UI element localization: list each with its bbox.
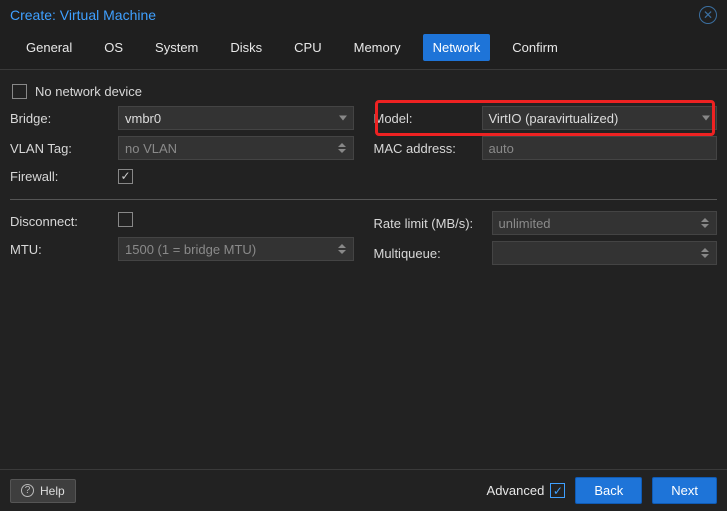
tab-system[interactable]: System: [145, 34, 208, 61]
titlebar: Create: Virtual Machine ✕: [0, 0, 727, 28]
field-rate: Rate limit (MB/s): unlimited: [374, 208, 718, 238]
advanced-checkbox[interactable]: [550, 483, 565, 498]
tab-strip: General OS System Disks CPU Memory Netwo…: [0, 28, 727, 70]
label-rate: Rate limit (MB/s):: [374, 216, 492, 231]
field-multiqueue: Multiqueue:: [374, 238, 718, 268]
dialog-footer: ? Help Advanced Back Next: [0, 469, 727, 511]
label-model: Model:: [374, 111, 482, 126]
advanced-label: Advanced: [487, 483, 545, 498]
next-button[interactable]: Next: [652, 477, 717, 504]
spinner-arrows-icon: [335, 139, 349, 157]
label-bridge: Bridge:: [10, 111, 118, 126]
field-disconnect: Disconnect:: [10, 208, 354, 234]
bridge-value: vmbr0: [125, 111, 161, 126]
model-select[interactable]: VirtIO (paravirtualized): [482, 106, 718, 130]
firewall-checkbox[interactable]: [118, 169, 133, 184]
spinner-arrows-icon: [698, 214, 712, 232]
fields-top: Bridge: vmbr0 VLAN Tag: no VLAN Firewall…: [10, 103, 717, 189]
vlan-placeholder: no VLAN: [125, 141, 177, 156]
col-right: Model: VirtIO (paravirtualized) MAC addr…: [374, 103, 718, 189]
mac-input[interactable]: auto: [482, 136, 718, 160]
tab-network[interactable]: Network: [423, 34, 491, 61]
help-button[interactable]: ? Help: [10, 479, 76, 503]
question-icon: ?: [21, 484, 34, 497]
no-network-row: No network device: [10, 80, 717, 103]
close-icon[interactable]: ✕: [699, 6, 717, 24]
col-right-adv: Rate limit (MB/s): unlimited Multiqueue:: [374, 208, 718, 268]
label-disconnect: Disconnect:: [10, 214, 118, 229]
advanced-toggle[interactable]: Advanced: [487, 483, 566, 498]
panel-network: No network device Bridge: vmbr0 VLAN Tag…: [0, 70, 727, 469]
field-firewall: Firewall:: [10, 163, 354, 189]
rate-input[interactable]: unlimited: [492, 211, 718, 235]
vlan-input[interactable]: no VLAN: [118, 136, 354, 160]
field-vlan: VLAN Tag: no VLAN: [10, 133, 354, 163]
model-value: VirtIO (paravirtualized): [489, 111, 619, 126]
tab-disks[interactable]: Disks: [220, 34, 272, 61]
chevron-down-icon: [702, 116, 710, 121]
chevron-down-icon: [339, 116, 347, 121]
label-vlan: VLAN Tag:: [10, 141, 118, 156]
bridge-select[interactable]: vmbr0: [118, 106, 354, 130]
tab-confirm[interactable]: Confirm: [502, 34, 568, 61]
multiqueue-input[interactable]: [492, 241, 718, 265]
label-mtu: MTU:: [10, 242, 118, 257]
fields-advanced: Disconnect: MTU: 1500 (1 = bridge MTU) R…: [10, 208, 717, 268]
field-model: Model: VirtIO (paravirtualized): [374, 103, 718, 133]
field-mac: MAC address: auto: [374, 133, 718, 163]
tab-cpu[interactable]: CPU: [284, 34, 331, 61]
no-network-checkbox[interactable]: [12, 84, 27, 99]
mac-placeholder: auto: [489, 141, 514, 156]
field-bridge: Bridge: vmbr0: [10, 103, 354, 133]
tab-os[interactable]: OS: [94, 34, 133, 61]
mtu-input[interactable]: 1500 (1 = bridge MTU): [118, 237, 354, 261]
rate-placeholder: unlimited: [499, 216, 551, 231]
tab-general[interactable]: General: [16, 34, 82, 61]
back-button[interactable]: Back: [575, 477, 642, 504]
help-label: Help: [40, 484, 65, 498]
label-multiqueue: Multiqueue:: [374, 246, 492, 261]
disconnect-checkbox[interactable]: [118, 212, 133, 227]
footer-right: Advanced Back Next: [487, 477, 717, 504]
field-mtu: MTU: 1500 (1 = bridge MTU): [10, 234, 354, 264]
label-mac: MAC address:: [374, 141, 482, 156]
col-left: Bridge: vmbr0 VLAN Tag: no VLAN Firewall…: [10, 103, 354, 189]
spinner-arrows-icon: [335, 240, 349, 258]
window-title: Create: Virtual Machine: [10, 7, 156, 23]
dialog-create-vm: Create: Virtual Machine ✕ General OS Sys…: [0, 0, 727, 511]
spinner-arrows-icon: [698, 244, 712, 262]
mtu-placeholder: 1500 (1 = bridge MTU): [125, 242, 256, 257]
col-left-adv: Disconnect: MTU: 1500 (1 = bridge MTU): [10, 208, 354, 268]
label-firewall: Firewall:: [10, 169, 118, 184]
divider: [10, 199, 717, 200]
no-network-label: No network device: [35, 84, 142, 99]
tab-memory[interactable]: Memory: [344, 34, 411, 61]
